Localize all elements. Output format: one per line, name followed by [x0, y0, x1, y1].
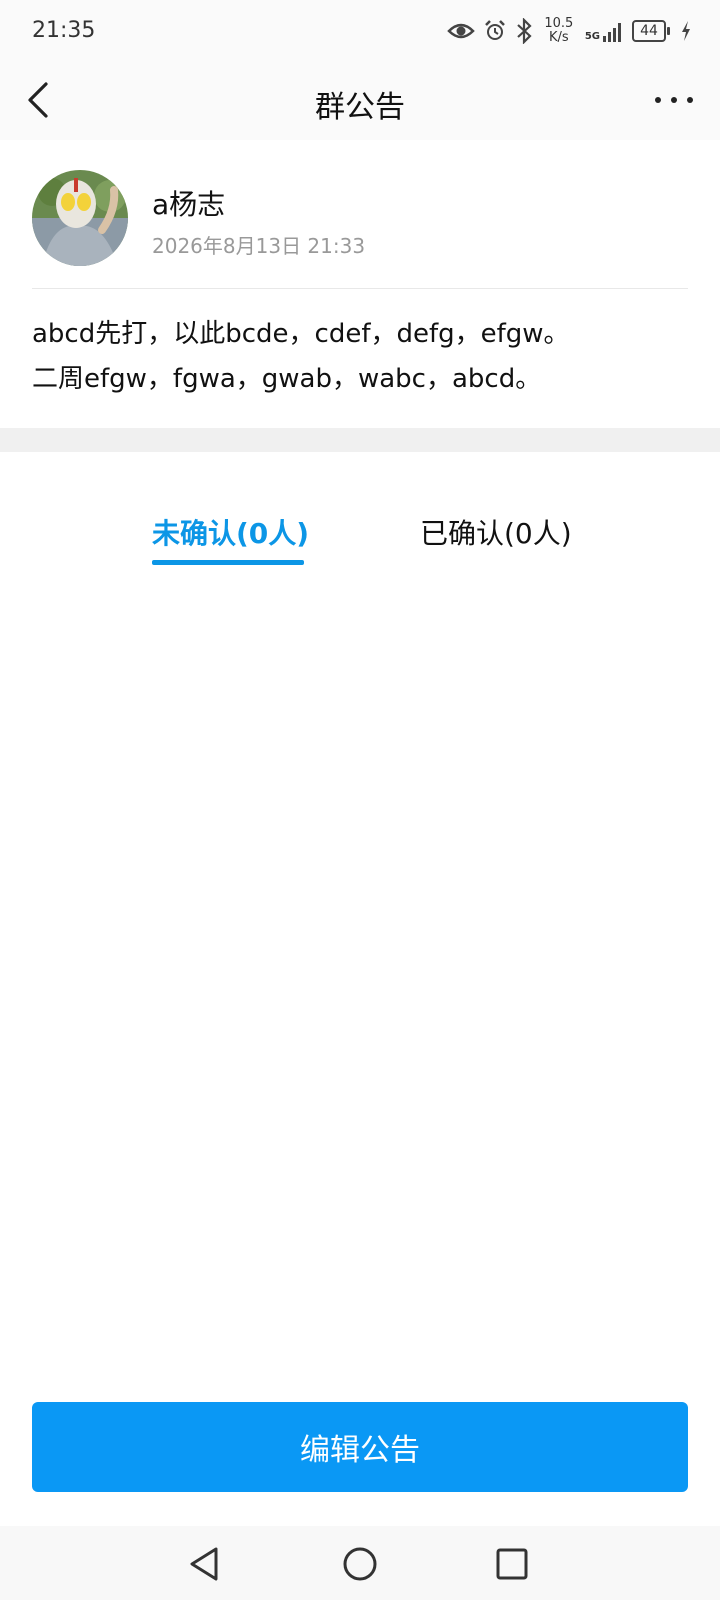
section-separator [0, 428, 720, 452]
battery-indicator: 44 [632, 20, 670, 42]
nav-back-icon[interactable] [186, 1544, 226, 1584]
signal-indicator: 5G [585, 20, 624, 42]
network-type: 5G [584, 31, 600, 42]
announcement-content: abcd先打，以此bcde，cdef，defg，efgw。 二周efgw，fgw… [32, 312, 688, 402]
active-tab-indicator [152, 560, 304, 565]
ellipsis-icon[interactable] [652, 80, 696, 120]
tab-unconfirmed[interactable]: 未确认(0人) [152, 512, 309, 552]
network-speed: 10.5 K/s [541, 17, 577, 45]
speed-value: 10.5 [544, 16, 574, 31]
announcement-post: a杨志 2026年8月13日 21:33 abcd先打，以此bcde，cdef，… [0, 140, 720, 428]
avatar-image [32, 170, 128, 266]
content-line: 二周efgw，fgwa，gwab，wabc，abcd。 [32, 364, 542, 394]
alarm-icon [484, 20, 505, 40]
system-nav-bar [0, 1526, 720, 1600]
divider [32, 288, 688, 289]
eye-icon [447, 23, 475, 39]
page-title: 群公告 [315, 90, 405, 125]
app-header: 群公告 [0, 60, 720, 140]
edit-announcement-button[interactable]: 编辑公告 [32, 1402, 688, 1492]
nav-recents-icon[interactable] [492, 1544, 532, 1584]
status-time: 21:35 [32, 18, 96, 43]
charging-icon [682, 21, 690, 41]
tab-confirmed[interactable]: 已确认(0人) [420, 512, 572, 552]
nav-home-icon[interactable] [340, 1544, 380, 1584]
bluetooth-icon [517, 18, 532, 44]
post-timestamp: 2026年8月13日 21:33 [152, 234, 366, 258]
content-line: abcd先打，以此bcde，cdef，defg，efgw。 [32, 319, 570, 349]
avatar[interactable] [32, 170, 128, 266]
status-bar: 21:35 10.5 K/s 5G 44 [0, 0, 720, 60]
status-icons: 10.5 K/s 5G 44 [447, 14, 692, 48]
speed-unit: K/s [548, 30, 569, 45]
signal-bars-icon [603, 23, 621, 42]
author-name: a杨志 [152, 188, 226, 221]
